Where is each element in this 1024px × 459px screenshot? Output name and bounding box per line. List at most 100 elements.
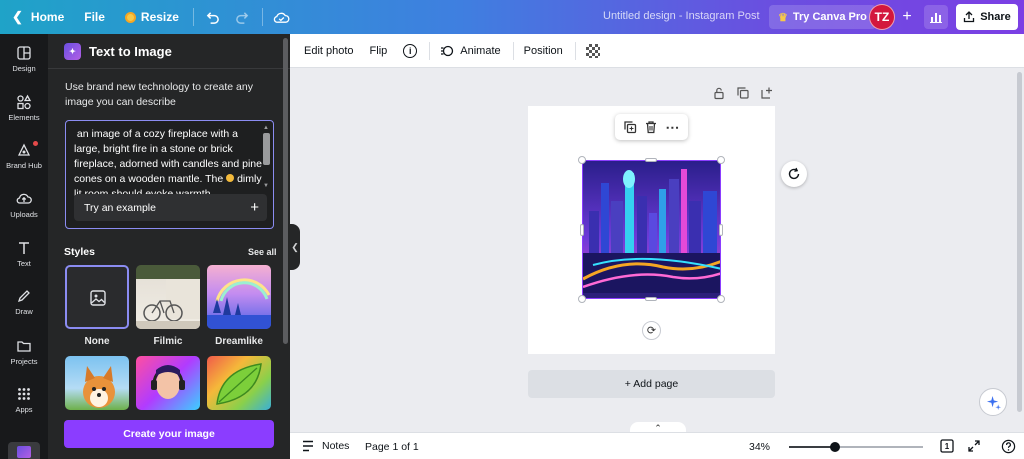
lock-icon[interactable]: [712, 86, 726, 100]
scroll-down-arrow-icon[interactable]: ▼: [263, 183, 269, 189]
folder-icon: [17, 341, 31, 352]
panel-description: Use brand new technology to create any i…: [65, 81, 253, 108]
animate-button[interactable]: Animate: [440, 44, 501, 58]
share-button[interactable]: Share: [956, 4, 1018, 30]
resize-handle-right[interactable]: [719, 224, 723, 236]
rail-item-projects[interactable]: Projects: [0, 338, 48, 378]
rail-item-brand-hub[interactable]: Brand Hub: [0, 142, 48, 182]
try-canva-pro-button[interactable]: ♛ Try Canva Pro: [769, 5, 876, 29]
toolbar-divider: [192, 8, 194, 26]
animate-label: Animate: [460, 44, 501, 57]
info-button[interactable]: i: [403, 43, 418, 58]
rail-item-apps[interactable]: Apps: [0, 386, 48, 426]
style-card-corgi[interactable]: [65, 356, 129, 410]
style-card-filmic[interactable]: [136, 265, 200, 329]
regenerate-button[interactable]: [781, 161, 807, 187]
rotate-handle[interactable]: ⟳: [642, 321, 661, 340]
rail-item-design[interactable]: Design: [0, 45, 48, 85]
share-icon: [964, 11, 975, 23]
prompt-scrollbar[interactable]: ▲ ▼: [262, 125, 271, 191]
page-grid-button[interactable]: 1: [939, 438, 955, 454]
canvas-scrollbar[interactable]: [1016, 68, 1024, 432]
scroll-up-arrow-icon[interactable]: ▲: [263, 125, 269, 131]
cloud-check-icon: [274, 12, 290, 23]
zoom-slider-knob[interactable]: [829, 442, 840, 452]
page-indicator[interactable]: Page 1 of 1: [365, 441, 419, 453]
help-button[interactable]: [1000, 438, 1016, 454]
home-button[interactable]: ❮ Home: [0, 0, 74, 34]
edit-photo-button[interactable]: Edit photo: [304, 45, 354, 57]
copy-icon[interactable]: [623, 120, 637, 134]
style-card-neon-portrait[interactable]: [136, 356, 200, 410]
canvas-scroll-thumb[interactable]: [1017, 72, 1022, 412]
selected-image[interactable]: [582, 160, 721, 299]
notes-button[interactable]: Notes: [301, 439, 349, 453]
create-image-button[interactable]: Create your image: [64, 420, 274, 448]
zoom-level[interactable]: 34%: [749, 441, 770, 453]
canvas-area[interactable]: ⋯ ⟳ + Add page ⌃: [300, 68, 1024, 434]
duplicate-page-icon[interactable]: [736, 86, 750, 100]
resize-handle-bottom-right[interactable]: [717, 295, 725, 303]
transparency-icon: [585, 43, 600, 58]
panel-header: ✦ Text to Image: [64, 43, 172, 60]
magic-assistant-button[interactable]: [979, 388, 1007, 416]
resize-handle-left[interactable]: [580, 224, 584, 236]
document-title[interactable]: Untitled design - Instagram Post: [603, 10, 760, 22]
toolbar-divider: [574, 41, 576, 60]
text-to-image-logo-icon: ✦: [64, 43, 81, 60]
resize-handle-bottom[interactable]: [645, 297, 657, 301]
style-card-dreamlike[interactable]: [207, 265, 271, 329]
resize-label: Resize: [140, 10, 179, 24]
transparency-button[interactable]: [585, 43, 600, 58]
cloud-save-button[interactable]: [267, 0, 297, 34]
style-card-leaf[interactable]: [207, 356, 271, 410]
insights-button[interactable]: [924, 5, 948, 29]
file-label: File: [84, 10, 105, 24]
style-card-none[interactable]: [65, 265, 129, 329]
context-toolbar: Edit photo Flip i Animate Position: [290, 34, 1024, 68]
rail-label: Draw: [15, 307, 33, 316]
avatar[interactable]: TZ: [869, 4, 895, 30]
rail-label: Text: [17, 259, 31, 268]
undo-button[interactable]: [198, 0, 228, 34]
add-collaborator-button[interactable]: +: [897, 7, 917, 27]
design-icon: [17, 46, 31, 60]
bar-chart-icon: [930, 13, 942, 23]
notification-dot: [33, 141, 38, 146]
zoom-slider[interactable]: [789, 442, 923, 452]
text-to-image-app-icon: [17, 446, 31, 458]
add-page-icon[interactable]: [760, 86, 774, 100]
resize-handle-top[interactable]: [645, 158, 657, 162]
try-example-label: Try an example: [84, 201, 156, 214]
rail-item-elements[interactable]: Elements: [0, 94, 48, 134]
resize-handle-top-left[interactable]: [578, 156, 586, 164]
toolbar-divider: [512, 41, 514, 60]
file-menu-button[interactable]: File: [74, 0, 115, 34]
panel-title: Text to Image: [89, 44, 172, 59]
position-button[interactable]: Position: [524, 45, 563, 57]
resize-handle-top-right[interactable]: [717, 156, 725, 164]
redo-button[interactable]: [228, 0, 258, 34]
collapse-panel-button[interactable]: ❮: [290, 224, 300, 270]
app-tile[interactable]: [8, 442, 40, 459]
rail-item-draw[interactable]: Draw: [0, 288, 48, 328]
notes-icon: [303, 440, 313, 452]
more-options-icon[interactable]: ⋯: [665, 119, 680, 136]
rail-item-text[interactable]: Text: [0, 240, 48, 280]
try-example-button[interactable]: Try an example +: [74, 194, 267, 221]
styles-heading: Styles: [64, 246, 95, 258]
resize-button[interactable]: Resize: [115, 0, 189, 34]
prompt-textarea[interactable]: an image of a cozy fireplace with a larg…: [65, 120, 274, 229]
resize-handle-bottom-left[interactable]: [578, 295, 586, 303]
panel-scrollbar[interactable]: [283, 38, 288, 344]
prompt-value: an image of a cozy fireplace with a larg…: [74, 128, 262, 185]
add-page-button[interactable]: + Add page: [528, 370, 775, 398]
flip-button[interactable]: Flip: [370, 45, 388, 57]
rail-item-uploads[interactable]: Uploads: [0, 191, 48, 231]
help-icon: [1001, 439, 1015, 453]
see-all-link[interactable]: See all: [248, 247, 277, 257]
fullscreen-button[interactable]: [966, 438, 982, 454]
text-to-image-panel: ✦ Text to Image Use brand new technology…: [48, 34, 290, 459]
prompt-scroll-thumb[interactable]: [263, 133, 270, 165]
trash-icon[interactable]: [644, 120, 658, 134]
